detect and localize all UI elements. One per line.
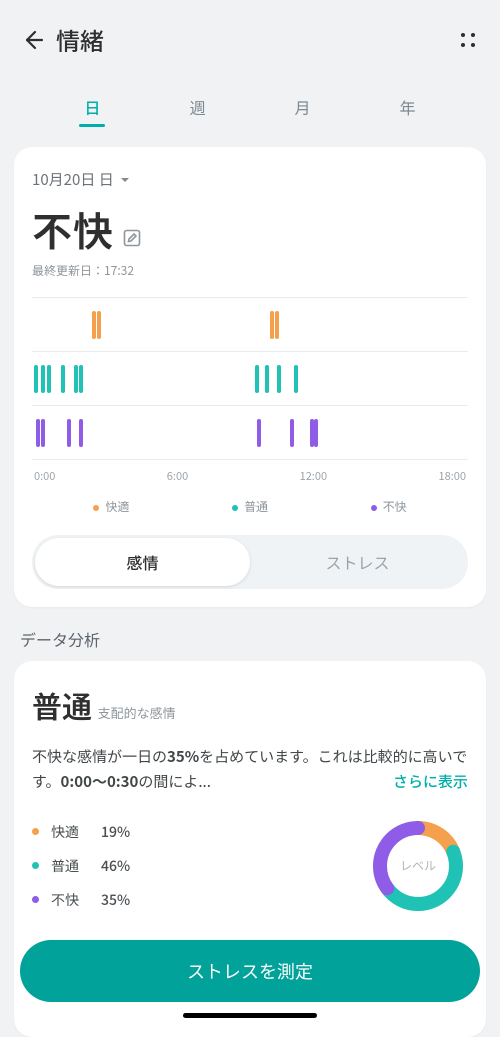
mode-segmented: 感情 ストレス bbox=[32, 535, 468, 589]
level-donut: レベル bbox=[368, 816, 468, 916]
period-tabs: 日 週 月 年 bbox=[0, 77, 500, 137]
chart-legend: 快適 普通 不快 bbox=[32, 486, 468, 531]
stat-value: 35% bbox=[101, 890, 130, 910]
stat-row: 快適19% bbox=[32, 815, 354, 849]
today-card: 10月20日 日 不快 最終更新日：17:32 0:00 6:00 12:00 … bbox=[14, 147, 486, 607]
edit-icon bbox=[122, 228, 142, 248]
stat-dot bbox=[32, 862, 39, 869]
chart-tick bbox=[61, 365, 65, 393]
home-indicator bbox=[183, 1013, 317, 1018]
page-title: 情緒 bbox=[56, 22, 104, 57]
arrow-left-icon bbox=[20, 28, 44, 52]
chart-tick bbox=[36, 419, 40, 447]
tab-month[interactable]: 月 bbox=[288, 87, 316, 131]
segment-stress[interactable]: ストレス bbox=[250, 538, 465, 586]
stat-value: 46% bbox=[101, 856, 130, 876]
caret-down-icon bbox=[120, 175, 130, 185]
stat-value: 19% bbox=[101, 822, 130, 842]
chart-tick bbox=[255, 365, 259, 393]
chart-tick bbox=[270, 311, 274, 339]
chart-tick bbox=[265, 365, 269, 393]
tab-day[interactable]: 日 bbox=[78, 87, 106, 131]
tab-week[interactable]: 週 bbox=[183, 87, 211, 131]
measure-stress-button[interactable]: ストレスを測定 bbox=[20, 940, 480, 1002]
stat-dot bbox=[32, 828, 39, 835]
chart-row bbox=[32, 352, 468, 406]
last-updated: 最終更新日：17:32 bbox=[32, 262, 468, 279]
chart-tick bbox=[79, 419, 83, 447]
chart-tick bbox=[290, 419, 294, 447]
show-more-button[interactable]: さらに表示 bbox=[393, 770, 468, 795]
stat-row: 普通46% bbox=[32, 849, 354, 883]
chart-tick bbox=[47, 365, 51, 393]
chart-tick bbox=[34, 365, 38, 393]
stat-name: 不快 bbox=[51, 890, 101, 910]
analysis-description: 不快な感情が一日の35%を占めています。これは比較的に高いです。0:00〜0:3… bbox=[32, 745, 468, 795]
analysis-section-title: データ分析 bbox=[20, 627, 480, 651]
stat-list: 快適19%普通46%不快35% bbox=[32, 815, 354, 917]
stat-name: 普通 bbox=[51, 856, 101, 876]
tab-year[interactable]: 年 bbox=[393, 87, 421, 131]
chart-tick bbox=[277, 365, 281, 393]
chart-tick bbox=[67, 419, 71, 447]
legend-normal: 普通 bbox=[232, 498, 268, 515]
back-button[interactable] bbox=[18, 26, 46, 54]
chart-tick bbox=[41, 365, 45, 393]
legend-comfort: 快適 bbox=[93, 498, 129, 515]
chart-tick bbox=[257, 419, 261, 447]
chart-tick bbox=[275, 311, 279, 339]
chart-tick bbox=[97, 311, 101, 339]
chart-tick bbox=[314, 419, 318, 447]
chart-tick bbox=[79, 365, 83, 393]
edit-button[interactable] bbox=[122, 228, 142, 253]
mood-heading: 不快 bbox=[32, 200, 114, 258]
chart-tick bbox=[74, 365, 78, 393]
segment-emotion[interactable]: 感情 bbox=[35, 538, 250, 586]
overflow-button[interactable] bbox=[454, 26, 482, 54]
stat-dot bbox=[32, 896, 39, 903]
analysis-subheading: 支配的な感情 bbox=[98, 703, 176, 722]
date-label: 10月20日 日 bbox=[32, 169, 114, 190]
dots-square-icon bbox=[458, 30, 478, 50]
mood-chart: 0:00 6:00 12:00 18:00 快適 普通 不快 bbox=[32, 297, 468, 531]
chart-tick bbox=[294, 365, 298, 393]
analysis-heading: 普通 bbox=[32, 683, 92, 727]
chart-row bbox=[32, 406, 468, 460]
legend-discomfort: 不快 bbox=[371, 498, 407, 515]
donut-center-label: レベル bbox=[368, 816, 468, 916]
chart-tick bbox=[92, 311, 96, 339]
chart-row bbox=[32, 298, 468, 352]
chart-x-axis: 0:00 6:00 12:00 18:00 bbox=[32, 460, 468, 486]
date-picker[interactable]: 10月20日 日 bbox=[32, 169, 468, 190]
stat-name: 快適 bbox=[51, 822, 101, 842]
chart-tick bbox=[41, 419, 45, 447]
stat-row: 不快35% bbox=[32, 883, 354, 917]
